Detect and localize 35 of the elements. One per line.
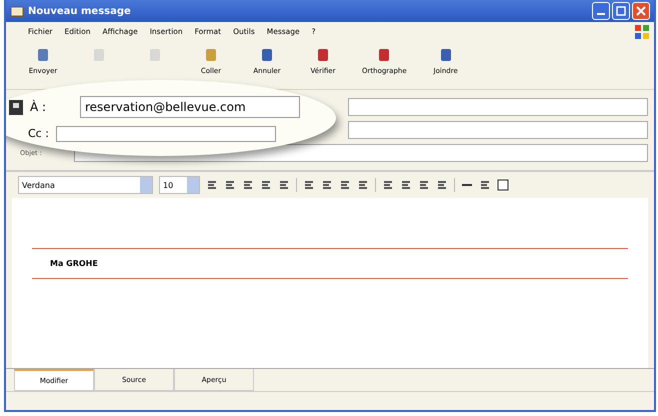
envelope-icon — [10, 4, 24, 18]
message-body[interactable]: Ma GROHE — [12, 198, 648, 368]
format-icon[interactable] — [357, 179, 369, 191]
font-dropdown[interactable]: Verdana — [18, 176, 153, 194]
format-icon[interactable] — [242, 179, 254, 191]
format-icon[interactable] — [321, 179, 333, 191]
size-dropdown[interactable]: 10 — [159, 176, 200, 194]
format-icon[interactable] — [224, 179, 236, 191]
format-icon[interactable] — [400, 179, 412, 191]
cc-label: Cc : — [28, 127, 50, 140]
window-title: Nouveau message — [28, 6, 131, 16]
maximize-icon — [616, 6, 626, 16]
to-label: À : — [30, 100, 48, 114]
format-icon[interactable] — [479, 179, 491, 191]
maximize-button[interactable] — [612, 2, 630, 20]
minimize-icon — [597, 13, 605, 15]
cc-field[interactable] — [56, 126, 276, 142]
to-field[interactable]: reservation@bellevue.com — [80, 96, 300, 118]
format-icon[interactable] — [206, 179, 218, 191]
format-icon[interactable] — [418, 179, 430, 191]
format-icon[interactable] — [303, 179, 315, 191]
close-button[interactable] — [632, 2, 650, 20]
windows-flag-icon — [634, 24, 650, 40]
address-book-icon — [8, 98, 24, 116]
format-icon[interactable] — [382, 179, 394, 191]
format-icon[interactable] — [436, 179, 448, 191]
image-icon[interactable] — [497, 179, 509, 191]
signature-text: Ma GROHE — [49, 258, 99, 270]
address-field[interactable] — [348, 98, 648, 116]
minimize-button[interactable] — [592, 2, 610, 20]
close-icon — [636, 6, 646, 16]
format-icon[interactable] — [278, 179, 290, 191]
address-field[interactable] — [348, 121, 648, 139]
format-icon[interactable] — [260, 179, 272, 191]
format-icon[interactable] — [339, 179, 351, 191]
